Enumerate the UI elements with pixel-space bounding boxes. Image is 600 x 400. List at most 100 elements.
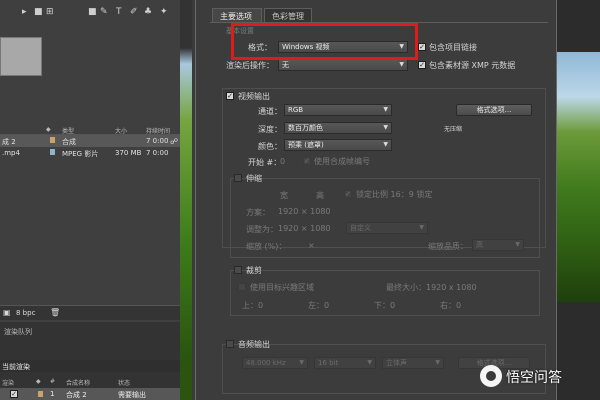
current-render-label: 当前渲染	[2, 363, 30, 371]
final-size-label: 最终大小：1920 x 1080	[386, 283, 477, 292]
text-tool-icon[interactable]: T	[116, 6, 122, 18]
chevron-down-icon: ▼	[515, 241, 520, 248]
video-output-checkbox[interactable]: ✓	[226, 92, 234, 100]
pen-icon[interactable]: ✎	[100, 6, 108, 18]
width-label: 宽	[280, 191, 288, 200]
resize-checkbox[interactable]	[234, 174, 242, 182]
col-number[interactable]: #	[50, 378, 55, 385]
grid-icon[interactable]: ⊞	[46, 6, 54, 18]
include-xmp-checkbox[interactable]: ✓	[418, 61, 426, 69]
col-render[interactable]: 渲染	[2, 378, 14, 387]
lock-ratio-checkbox[interactable]: ✓	[344, 190, 352, 198]
project-footer: ▣ 8 bpc 🗑	[0, 305, 180, 320]
panel-toolbar: ▸ ■ ⊞ ■ ✎ T ✐ ♣ ✦	[20, 6, 190, 20]
label-icon: ◆	[46, 126, 51, 133]
output-module-dialog: 主要选项 色彩管理 基本设置 格式： Windows 视频 ▼ ✓ 包含项目链接…	[195, 0, 557, 400]
pin-icon[interactable]: ✦	[160, 6, 168, 18]
tab-main-options[interactable]: 主要选项	[212, 8, 262, 22]
wukong-logo-icon	[480, 365, 502, 387]
use-comp-frame-checkbox[interactable]: ✓	[303, 157, 311, 165]
audio-rate-value: 48.000 kHz	[246, 359, 286, 367]
post-render-dropdown[interactable]: 无 ▼	[278, 59, 408, 71]
start-frame-label: 开始 #：	[248, 158, 282, 167]
render-queue-row[interactable]: ✓ 1 合成 2 需要输出	[0, 388, 190, 400]
background-scene	[180, 0, 192, 400]
watermark-text: 悟空问答	[506, 370, 562, 386]
stop-icon[interactable]: ■	[88, 6, 97, 18]
brush-icon[interactable]: ✐	[130, 6, 138, 18]
stamp-icon[interactable]: ♣	[144, 6, 152, 18]
height-label: 高	[316, 191, 324, 200]
color-dropdown[interactable]: 预乘 (遮罩) ▼	[284, 139, 392, 151]
tab-render-queue[interactable]: 渲染队列	[4, 327, 32, 337]
include-xmp-label: 包含素材源 XMP 元数据	[429, 61, 516, 70]
crop-right[interactable]: 右：0	[440, 300, 461, 311]
crop-checkbox[interactable]	[234, 266, 242, 274]
list-item[interactable]: .mp4 MPEG 影片 370 MB 7 0:00	[0, 147, 180, 159]
include-project-link-checkbox[interactable]: ✓	[418, 43, 426, 51]
screen: ▸ ■ ⊞ ■ ✎ T ✐ ♣ ✦ ◆ 类型 大小 持续时间 成 2 合成 7 …	[0, 0, 600, 400]
col-comp-name[interactable]: 合成名称	[66, 378, 90, 387]
format-options-button[interactable]: 格式选项...	[456, 104, 532, 116]
audio-rate-dropdown[interactable]: 48.000 kHz ▼	[242, 357, 308, 369]
audio-output-label: 音频输出	[238, 340, 270, 349]
chevron-down-icon: ▼	[299, 359, 304, 366]
crop-label: 裁剪	[246, 266, 262, 275]
chevron-down-icon: ▼	[419, 224, 424, 231]
resize-quality-dropdown[interactable]: 高 ▼	[472, 239, 524, 251]
resize-to-value[interactable]: 1920 × 1080	[278, 224, 331, 233]
audio-channels-value: 立体声	[386, 359, 407, 367]
preview-thumbnail	[0, 37, 42, 76]
crop-top[interactable]: 上：0	[242, 300, 263, 311]
col-status[interactable]: 状态	[118, 378, 130, 387]
row-number: 1	[50, 390, 55, 398]
resize-quality-value: 高	[476, 241, 483, 249]
channels-dropdown[interactable]: RGB ▼	[284, 104, 392, 116]
label-color-swatch[interactable]	[50, 149, 55, 155]
item-name: 成 2	[2, 138, 16, 146]
audio-bits-dropdown[interactable]: 16 bit ▼	[314, 357, 376, 369]
trash-icon[interactable]: 🗑	[50, 308, 60, 317]
resize-to-label: 调整为：	[246, 225, 278, 234]
crop-left[interactable]: 左：0	[308, 300, 329, 311]
col-size[interactable]: 大小	[115, 126, 127, 135]
render-queue-header: 渲染 ◆ # 合成名称 状态	[0, 377, 190, 387]
use-roi-checkbox[interactable]	[238, 283, 246, 291]
depth-dropdown[interactable]: 数百万颜色 ▼	[284, 122, 392, 134]
chevron-down-icon: ▼	[383, 124, 388, 131]
chevron-down-icon: ▼	[435, 359, 440, 366]
start-frame-value[interactable]: 0	[280, 157, 285, 166]
tab-color-management[interactable]: 色彩管理	[264, 8, 312, 22]
composition-preview	[555, 52, 600, 302]
resize-preset-dropdown[interactable]: 自定义 ▼	[346, 222, 428, 234]
play-icon[interactable]: ▸	[22, 6, 27, 18]
item-name: .mp4	[2, 149, 20, 157]
chevron-down-icon: ▼	[367, 359, 372, 366]
chevron-down-icon: ▼	[399, 61, 404, 68]
audio-output-checkbox[interactable]	[226, 340, 234, 348]
project-panel: ▸ ■ ⊞ ■ ✎ T ✐ ♣ ✦ ◆ 类型 大小 持续时间 成 2 合成 7 …	[0, 0, 190, 400]
hierarchy-icon: ☍	[170, 137, 179, 146]
bit-depth-button[interactable]: 8 bpc	[16, 309, 35, 317]
rendering-at-label: 方案：	[246, 208, 270, 217]
crop-bottom[interactable]: 下：0	[374, 300, 395, 311]
col-type[interactable]: 类型	[62, 126, 74, 135]
video-output-label: 视频输出	[238, 92, 270, 101]
label-color-swatch[interactable]	[50, 137, 55, 143]
render-queue-panel: 渲染队列 当前渲染 渲染 ◆ # 合成名称 状态 ✓ 1 合成 2 需要输出	[0, 322, 190, 400]
interpret-footage-icon[interactable]: ▣	[3, 308, 11, 317]
audio-bits-value: 16 bit	[318, 359, 339, 367]
render-checkbox[interactable]: ✓	[10, 390, 18, 398]
list-item[interactable]: 成 2 合成 7 0:00 ☍	[0, 135, 180, 147]
compression-status: 无压缩	[444, 126, 463, 133]
project-list-header: ◆ 类型 大小 持续时间	[0, 124, 180, 135]
audio-channels-dropdown[interactable]: 立体声 ▼	[382, 357, 444, 369]
resize-quality-label: 缩放品质：	[428, 242, 468, 251]
post-render-value: 无	[282, 61, 289, 69]
square-icon[interactable]: ■	[34, 6, 43, 18]
col-duration[interactable]: 持续时间	[146, 126, 170, 135]
include-project-link-label: 包含项目链接	[429, 43, 477, 52]
project-list: ◆ 类型 大小 持续时间 成 2 合成 7 0:00 ☍ .mp4 MPEG 影…	[0, 124, 180, 159]
item-type: 合成	[62, 138, 76, 146]
label-color-swatch[interactable]	[38, 391, 43, 397]
